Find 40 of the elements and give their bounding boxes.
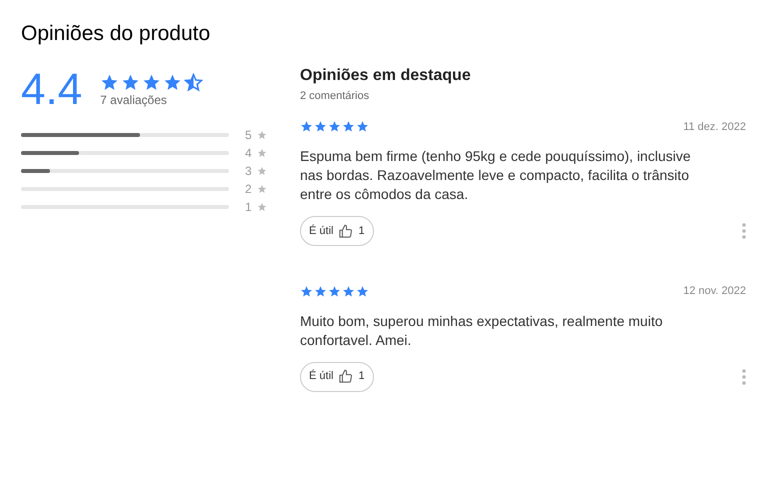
star-level-label: 4: [245, 144, 253, 162]
average-rating: 4.4: [21, 68, 82, 112]
star-icon: [342, 284, 355, 298]
star-icon: [314, 284, 327, 298]
star-level-label: 3: [245, 162, 253, 180]
star-icon: [356, 120, 369, 134]
star-icon: [257, 166, 267, 176]
star-icon: [300, 120, 313, 134]
thumbs-up-icon: [338, 369, 354, 384]
star-level-label: 5: [245, 126, 253, 144]
star-icon: [163, 72, 182, 92]
star-icon: [257, 184, 267, 194]
star-icon: [356, 284, 369, 298]
section-title: Opiniões do produto: [21, 22, 212, 46]
star-icon: [328, 120, 341, 134]
review-text: Muito bom, superou minhas expectativas, realmente muito confortavel. Amei.: [300, 312, 664, 350]
review-text: Espuma bem firme (tenho 95kg e cede pouquíssimo), inclusive nas bordas. Razoavelmente leve e compacto, facilita o trânsito entre os cômodos da casa.: [300, 147, 692, 204]
more-options-icon[interactable]: [742, 368, 746, 384]
helpful-button[interactable]: É útil 1: [300, 216, 374, 246]
star-icon: [142, 72, 162, 92]
star-level-label: 1: [245, 198, 253, 216]
star-icon: [342, 120, 355, 134]
more-options-icon[interactable]: [742, 223, 746, 239]
star-icon: [300, 284, 313, 298]
star-icon: [257, 148, 267, 158]
star-icon: [100, 72, 120, 92]
star-icon: [314, 120, 327, 134]
thumbs-up-icon: [338, 224, 354, 238]
star-icon: [257, 202, 267, 212]
featured-title: Opiniões em destaque: [300, 66, 472, 86]
star-icon: [257, 130, 267, 140]
comment-count: 2 comentários: [300, 89, 370, 104]
review-date: 11 dez. 2022: [683, 120, 746, 134]
helpful-button[interactable]: É útil 1: [300, 362, 374, 392]
star-icon: [328, 284, 341, 298]
star-level-label: 2: [245, 180, 253, 198]
star-icon: [121, 72, 140, 92]
review-date: 12 nov. 2022: [683, 284, 746, 299]
rating-count: 7 avaliações: [100, 92, 168, 108]
half-star-icon: [184, 72, 204, 92]
